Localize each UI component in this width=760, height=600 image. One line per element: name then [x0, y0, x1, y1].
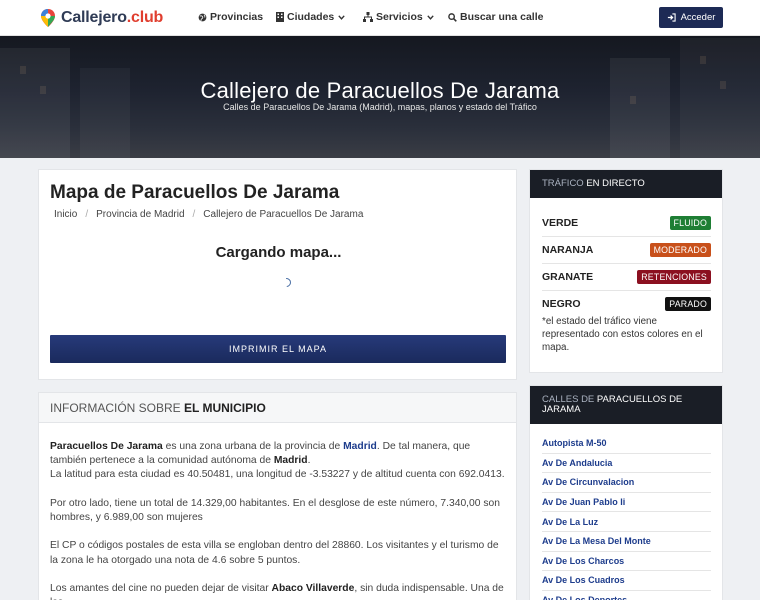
status-badge: RETENCIONES [637, 270, 711, 284]
traffic-heading: TRÁFICO EN DIRECTO [530, 170, 722, 198]
map-card: Mapa de Paracuellos De Jarama Inicio / P… [38, 169, 517, 380]
breadcrumb-home[interactable]: Inicio [54, 209, 77, 220]
streets-card: CALLES DE PARACUELLOS DE JARAMA Autopist… [529, 385, 723, 600]
hero-banner: Callejero de Paracuellos De Jarama Calle… [0, 36, 760, 158]
loading-spinner-icon [280, 276, 293, 289]
globe-icon [198, 13, 207, 21]
breadcrumb: Inicio / Provincia de Madrid / Callejero… [54, 209, 364, 220]
street-link[interactable]: Av De Juan Pablo Ii [542, 493, 711, 513]
info-paragraph: Paracuellos De Jarama es una zona urbana… [50, 441, 505, 481]
traffic-row-granate: GRANATE RETENCIONES [542, 264, 711, 291]
traffic-row-verde: VERDE FLUIDO [542, 210, 711, 237]
traffic-card: TRÁFICO EN DIRECTO VERDE FLUIDO NARANJA … [529, 169, 723, 373]
info-body: Paracuellos De Jarama es una zona urbana… [50, 440, 508, 600]
map-loading-text: Cargando mapa... [215, 244, 342, 261]
hero-subtitle: Calles de Paracuellos De Jarama (Madrid)… [223, 102, 537, 112]
nav-servicios[interactable]: Servicios [363, 10, 434, 24]
street-link[interactable]: Av De Los Charcos [542, 552, 711, 572]
chevron-down-icon [426, 14, 434, 20]
breadcrumb-province[interactable]: Provincia de Madrid [96, 209, 184, 220]
breadcrumb-current: Callejero de Paracuellos De Jarama [203, 209, 364, 220]
info-paragraph: Por otro lado, tiene un total de 14.329,… [50, 497, 500, 523]
page-title: Mapa de Paracuellos De Jarama [50, 182, 340, 203]
info-paragraph: Los amantes del cine no pueden dejar de … [50, 582, 504, 600]
nav-buscar-calle[interactable]: Buscar una calle [448, 10, 543, 24]
print-map-button[interactable]: IMPRIMIR EL MAPA [50, 335, 506, 363]
street-link[interactable]: Autopista M-50 [542, 434, 711, 454]
top-navbar: Callejero.club Provincias Ciudades Servi… [0, 0, 760, 36]
info-header: INFORMACIÓN SOBRE EL MUNICIPIO [39, 393, 516, 423]
info-paragraph: El CP o códigos postales de esta villa s… [50, 540, 499, 566]
chevron-down-icon [338, 14, 345, 20]
nav-provincias[interactable]: Provincias [198, 10, 263, 24]
sign-in-icon [667, 13, 676, 22]
map-pin-icon [41, 9, 55, 27]
site-logo[interactable]: Callejero.club [41, 8, 163, 28]
search-icon [448, 12, 457, 22]
street-link[interactable]: Av De La Luz [542, 512, 711, 532]
street-link[interactable]: Av De Andalucia [542, 454, 711, 474]
status-badge: MODERADO [649, 243, 711, 257]
municipality-info-card: INFORMACIÓN SOBRE EL MUNICIPIO Paracuell… [38, 392, 517, 600]
login-button[interactable]: Acceder [659, 7, 723, 28]
street-link[interactable]: Av De Circunvalacion [542, 473, 711, 493]
status-badge: FLUIDO [669, 216, 711, 230]
sitemap-icon [363, 12, 373, 22]
street-link[interactable]: Av De Los Deportes [542, 591, 711, 600]
street-link[interactable]: Av De La Mesa Del Monte [542, 532, 711, 552]
traffic-row-naranja: NARANJA MODERADO [542, 237, 711, 264]
logo-text: Callejero.club [61, 9, 164, 26]
traffic-note: *el estado del tráfico viene representad… [542, 316, 703, 353]
traffic-row-negro: NEGRO PARADO [542, 290, 711, 317]
status-badge: PARADO [665, 296, 711, 311]
info-heading: INFORMACIÓN SOBRE EL MUNICIPIO [50, 401, 266, 415]
province-link[interactable]: Madrid [343, 441, 377, 452]
streets-list: Autopista M-50 Av De Andalucia Av De Cir… [542, 434, 711, 600]
streets-heading: CALLES DE PARACUELLOS DE JARAMA [530, 386, 722, 424]
hero-title: Callejero de Paracuellos De Jarama [200, 78, 560, 103]
building-icon [276, 12, 284, 22]
street-link[interactable]: Av De Los Cuadros [542, 571, 711, 591]
nav-ciudades[interactable]: Ciudades [276, 10, 345, 24]
